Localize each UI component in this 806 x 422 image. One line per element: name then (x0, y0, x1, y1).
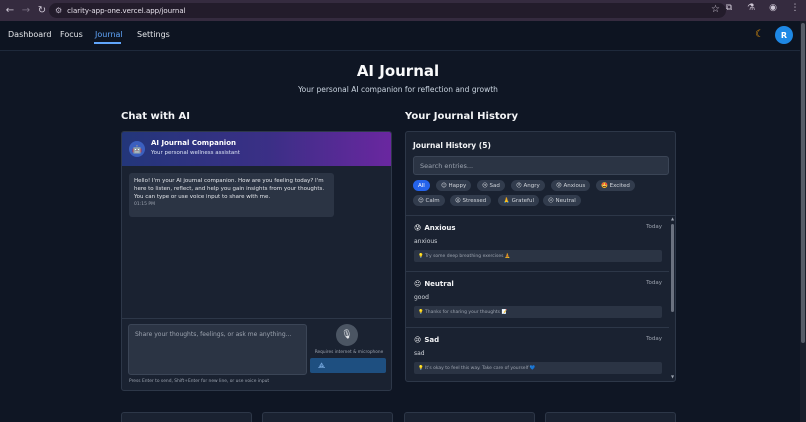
scroll-down-icon[interactable]: ▼ (670, 374, 675, 379)
chat-section-title: Chat with AI (121, 111, 190, 122)
nav-active-indicator (94, 42, 121, 44)
chat-composer: 🎙 Requires internet & microphone ⟁ Press… (122, 318, 391, 390)
url-text: clarity-app-one.vercel.app/journal (67, 6, 186, 15)
stat-card (545, 412, 676, 422)
filter-chip-neutral[interactable]: 😐 Neutral (543, 195, 581, 206)
entry-tip: 💡 It's okay to feel this way. Take care … (414, 362, 662, 374)
journal-history-panel: Journal History (5) All 😊 Happy 😢 Sad 😠 … (405, 131, 676, 382)
send-button[interactable]: ⟁ (310, 358, 386, 373)
entry-mood-label: Sad (424, 336, 440, 344)
mic-requirement-note: Requires internet & microphone (314, 350, 384, 355)
scroll-up-icon[interactable]: ▲ (670, 216, 675, 221)
entry-mood: 😐 Neutral (414, 280, 454, 288)
address-bar[interactable]: ⚙ clarity-app-one.vercel.app/journal ☆ (49, 3, 726, 18)
nav-settings[interactable]: Settings (137, 30, 170, 39)
filter-chip-excited[interactable]: 🤩 Excited (596, 180, 635, 191)
entry-text: sad (414, 350, 425, 357)
entry-mood: 😰 Anxious (414, 224, 456, 232)
composer-hint: Press Enter to send, Shift+Enter for new… (129, 379, 270, 384)
history-section-title: Your Journal History (405, 111, 518, 122)
bookmark-star-icon[interactable]: ☆ (711, 4, 720, 15)
filter-chip-stressed[interactable]: 😫 Stressed (450, 195, 492, 206)
ai-message-text: Hello! I'm your AI journal companion. Ho… (134, 178, 325, 200)
reload-icon[interactable]: ↻ (34, 5, 50, 16)
anxious-emoji-icon: 😰 (414, 224, 422, 232)
nav-focus[interactable]: Focus (60, 30, 83, 39)
entries-scrollbar[interactable]: ▲ ▼ (670, 216, 675, 379)
entry-tip: 💡 Thanks for sharing your thoughts 📝 (414, 306, 662, 318)
sad-emoji-icon: 😢 (414, 336, 422, 344)
extensions-icon[interactable]: ⧉ (722, 3, 736, 13)
page-subtitle: Your personal AI companion for reflectio… (298, 85, 498, 94)
journal-history-title: Journal History (5) (413, 141, 491, 150)
entry-date: Today (646, 336, 662, 342)
site-settings-icon[interactable]: ⚙ (55, 6, 62, 15)
neutral-emoji-icon: 😐 (414, 280, 422, 288)
journal-entry[interactable]: 😐 Neutral Today good 💡 Thanks for sharing… (406, 272, 669, 328)
page-scrollbar[interactable] (800, 21, 806, 422)
microphone-button[interactable]: 🎙 (336, 324, 358, 346)
filter-chip-happy[interactable]: 😊 Happy (436, 180, 472, 191)
entry-text: anxious (414, 238, 438, 245)
stat-card (404, 412, 535, 422)
forward-arrow-icon[interactable]: → (18, 5, 34, 16)
ai-message-bubble: Hello! I'm your AI journal companion. Ho… (129, 173, 334, 217)
send-icon: ⟁ (318, 360, 326, 370)
entry-date: Today (646, 280, 662, 286)
filter-chip-sad[interactable]: 😢 Sad (477, 180, 505, 191)
bot-subtitle: Your personal wellness assistant (151, 150, 240, 156)
chat-header: 🤖 AI Journal Companion Your personal wel… (122, 132, 391, 166)
page-title: AI Journal (356, 62, 440, 80)
chat-panel: 🤖 AI Journal Companion Your personal wel… (121, 131, 392, 391)
bot-name: AI Journal Companion (151, 139, 237, 147)
back-arrow-icon[interactable]: ← (2, 5, 18, 16)
chat-input[interactable] (128, 324, 307, 375)
filter-chip-calm[interactable]: 😌 Calm (413, 195, 445, 206)
filter-chip-grateful[interactable]: 🙏 Grateful (498, 195, 539, 206)
search-entries-input[interactable] (413, 156, 669, 175)
entry-date: Today (646, 224, 662, 230)
filter-chip-all[interactable]: All (413, 180, 430, 191)
stat-card (262, 412, 393, 422)
message-timestamp: 01:15 PM (134, 202, 155, 207)
entry-mood-label: Anxious (424, 224, 456, 232)
browser-toolbar: ← → ↻ ⚙ clarity-app-one.vercel.app/journ… (0, 0, 806, 21)
robot-icon: 🤖 (129, 141, 145, 157)
stat-card (121, 412, 252, 422)
avatar[interactable]: R (775, 26, 793, 44)
nav-journal[interactable]: Journal (95, 30, 123, 39)
filter-chip-angry[interactable]: 😠 Angry (511, 180, 545, 191)
entry-mood-label: Neutral (424, 280, 454, 288)
nav-dashboard[interactable]: Dashboard (8, 30, 51, 39)
moon-icon[interactable]: ☾ (755, 29, 764, 40)
journal-entry[interactable]: 😰 Anxious Today anxious 💡 Try some deep b… (406, 216, 669, 272)
scroll-thumb[interactable] (671, 224, 674, 312)
entry-mood: 😢 Sad (414, 336, 439, 344)
lab-icon[interactable]: ⚗ (744, 3, 758, 13)
entry-tip: 💡 Try some deep breathing exercises 🧘 (414, 250, 662, 262)
entry-text: good (414, 294, 429, 301)
menu-dots-icon[interactable]: ⋮ (788, 3, 802, 13)
journal-entry[interactable]: 😢 Sad Today sad 💡 It's okay to feel this … (406, 328, 669, 381)
journal-entries-list: 😰 Anxious Today anxious 💡 Try some deep b… (406, 215, 675, 381)
app-navbar: Dashboard Focus Journal Settings ☾ R (0, 21, 800, 51)
microphone-icon: 🎙 (341, 330, 353, 340)
profile-icon[interactable]: ◉ (766, 3, 780, 13)
filter-chip-anxious[interactable]: 😰 Anxious (551, 180, 591, 191)
